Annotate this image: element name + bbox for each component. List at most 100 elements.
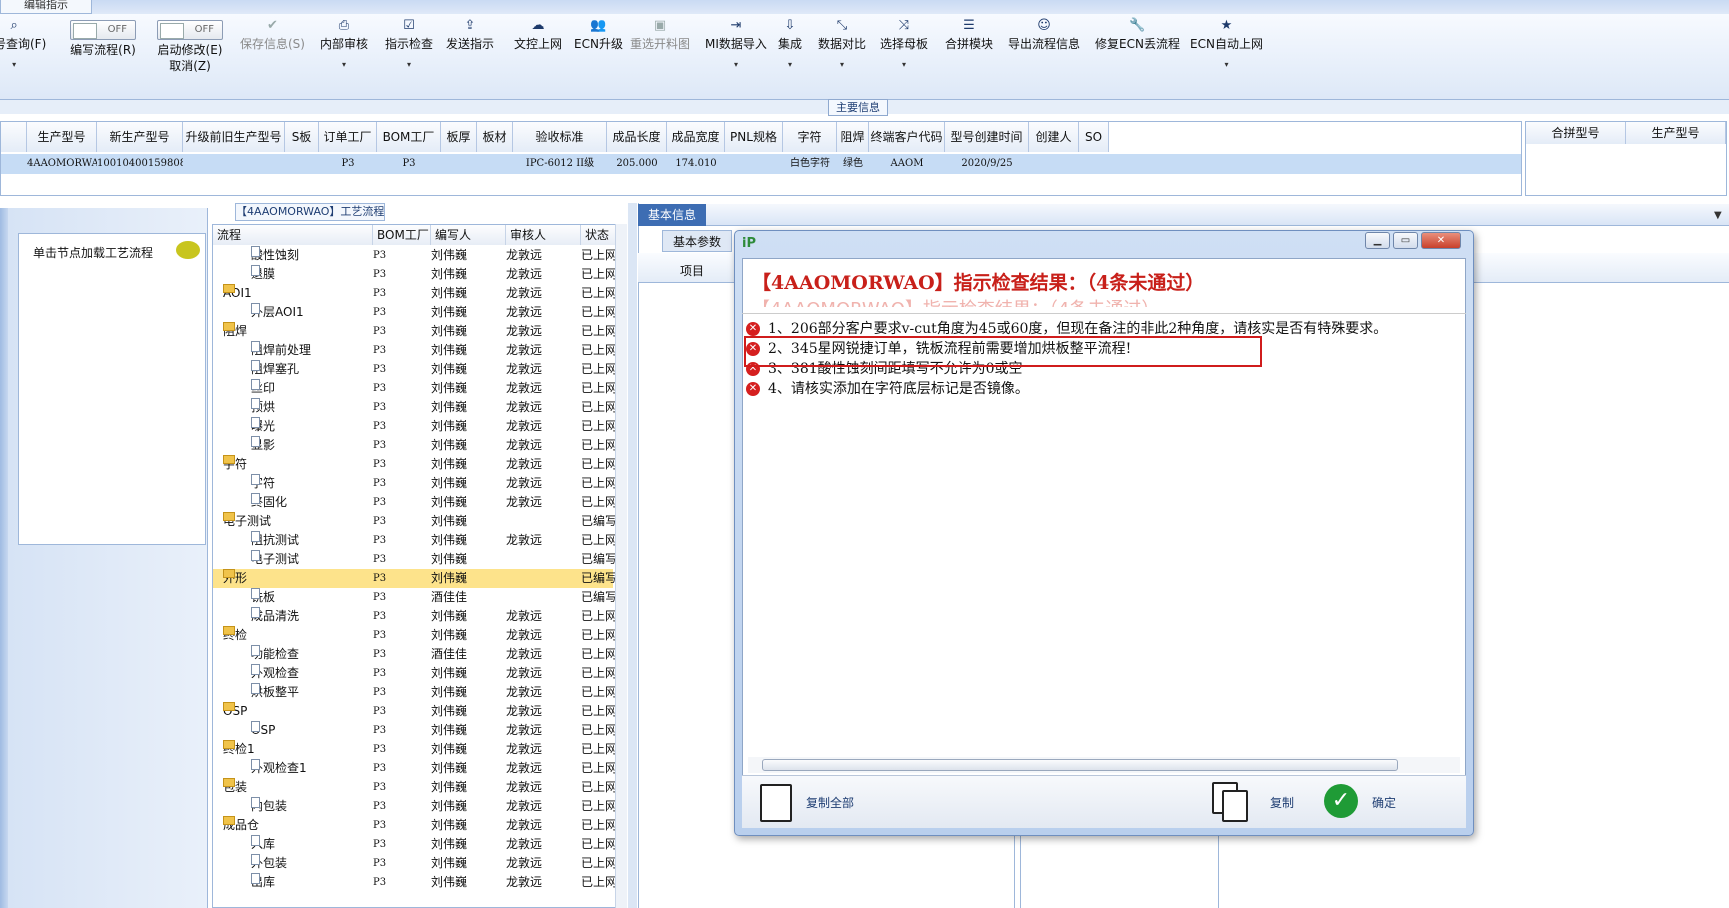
- left-tab-strip[interactable]: [0, 208, 8, 908]
- grid-cell[interactable]: [285, 154, 319, 174]
- tree-row[interactable]: −电子测试 P3 刘伟巍 已编写: [213, 512, 617, 531]
- ok-check-icon[interactable]: ✓: [1324, 784, 1358, 818]
- tree-row[interactable]: −成品仓 P3 刘伟巍 龙敦远 已上网: [213, 816, 617, 835]
- tree-row[interactable]: 退膜 P3 刘伟巍 龙敦远 已上网: [213, 265, 617, 284]
- tree-row[interactable]: 阻抗测试 P3 刘伟巍 龙敦远 已上网: [213, 531, 617, 550]
- grid-header[interactable]: 型号创建时间: [945, 122, 1029, 152]
- grid-cell[interactable]: 205.000: [607, 154, 667, 174]
- tree-node[interactable]: −字符: [223, 455, 247, 474]
- grid-cell[interactable]: [1029, 154, 1079, 174]
- tree-node[interactable]: 电子测试: [251, 550, 299, 569]
- grid-cell[interactable]: [477, 154, 513, 174]
- tree-node[interactable]: 曝光: [251, 417, 275, 436]
- toolbar-item-4[interactable]: ⎙ 内部审核 ▾: [320, 14, 368, 98]
- tree-row[interactable]: 字符 P3 刘伟巍 龙敦远 已上网: [213, 474, 617, 493]
- copy-button[interactable]: 复制: [1270, 794, 1294, 811]
- tree-node[interactable]: 入库: [251, 835, 275, 854]
- toggle-switch[interactable]: OFF: [70, 20, 136, 40]
- grid-cell[interactable]: 174.010: [667, 154, 725, 174]
- grid-cell[interactable]: 白色字符: [783, 154, 837, 174]
- tree-column-header[interactable]: 流程: [213, 225, 373, 245]
- grid-header[interactable]: 验收标准: [513, 122, 607, 152]
- grid-cell[interactable]: [1079, 154, 1109, 174]
- tree-node[interactable]: 外包装: [251, 854, 287, 873]
- toggle-switch[interactable]: OFF: [157, 20, 223, 40]
- ok-button[interactable]: 确定: [1372, 794, 1396, 811]
- grid-header[interactable]: 成品长度: [607, 122, 667, 152]
- copy-all-button[interactable]: 复制全部: [806, 794, 854, 811]
- tree-column-header[interactable]: 编写人: [431, 225, 506, 245]
- grid-cell[interactable]: [183, 154, 285, 174]
- tree-row[interactable]: 烘板整平 P3 刘伟巍 龙敦远 已上网: [213, 683, 617, 702]
- grid-header[interactable]: 字符: [783, 122, 837, 152]
- tree-node[interactable]: 字符: [251, 474, 275, 493]
- tree-row[interactable]: 外层AOI1 P3 刘伟巍 龙敦远 已上网: [213, 303, 617, 322]
- tree-node[interactable]: −终检1: [223, 740, 255, 759]
- tree-row[interactable]: −OSP P3 刘伟巍 龙敦远 已上网: [213, 702, 617, 721]
- tree-row[interactable]: 外观检查1 P3 刘伟巍 龙敦远 已上网: [213, 759, 617, 778]
- grid-cell[interactable]: IPC-6012 II级: [513, 154, 607, 174]
- grid-cell[interactable]: P3: [319, 154, 377, 174]
- tree-row[interactable]: 入库 P3 刘伟巍 龙敦远 已上网: [213, 835, 617, 854]
- tree-row[interactable]: 阻焊塞孔 P3 刘伟巍 龙敦远 已上网: [213, 360, 617, 379]
- grid-cell[interactable]: 绿色: [837, 154, 869, 174]
- tree-row[interactable]: −终检1 P3 刘伟巍 龙敦远 已上网: [213, 740, 617, 759]
- minimize-icon[interactable]: ▁: [1365, 232, 1390, 249]
- tree-row[interactable]: OSP P3 刘伟巍 龙敦远 已上网: [213, 721, 617, 740]
- tree-column-header[interactable]: 审核人: [506, 225, 581, 245]
- tree-row[interactable]: 终固化 P3 刘伟巍 龙敦远 已上网: [213, 493, 617, 512]
- tree-node[interactable]: −终检: [223, 626, 247, 645]
- toolbar-item-13[interactable]: ⤨ 选择母板 ▾: [880, 14, 928, 98]
- tree-node[interactable]: 铣板: [251, 588, 275, 607]
- tree-row[interactable]: 显影 P3 刘伟巍 龙敦远 已上网: [213, 436, 617, 455]
- toolbar-item-2[interactable]: OFF 启动修改(E) 取消(Z): [157, 14, 223, 98]
- tree-node[interactable]: 外层AOI1: [251, 303, 304, 322]
- grid-cell[interactable]: [725, 154, 783, 174]
- tree-row[interactable]: 铣板 P3 酒佳佳 已编写: [213, 588, 617, 607]
- toolbar-item-11[interactable]: ⇩ 集成 ▾: [778, 14, 802, 98]
- grid-header[interactable]: 终端客户代码: [869, 122, 945, 152]
- tree-node[interactable]: OSP: [251, 721, 275, 740]
- toolbar-item-10[interactable]: ⇥ MI数据导入 ▾: [705, 14, 767, 98]
- tree-node[interactable]: 出库: [251, 873, 275, 892]
- tree-row[interactable]: 预烘 P3 刘伟巍 龙敦远 已上网: [213, 398, 617, 417]
- toolbar-item-14[interactable]: ☰ 合拼模块: [945, 14, 993, 98]
- tree-row[interactable]: −阻焊 P3 刘伟巍 龙敦远 已上网: [213, 322, 617, 341]
- tree-row[interactable]: 外观检查 P3 刘伟巍 龙敦远 已上网: [213, 664, 617, 683]
- toolbar-item-1[interactable]: OFF 编写流程(R): [70, 14, 136, 98]
- grid-cell[interactable]: P3: [377, 154, 441, 174]
- chevron-down-icon[interactable]: ▾: [880, 58, 928, 72]
- tree-node[interactable]: 外观检查1: [251, 759, 307, 778]
- tree-node[interactable]: 退膜: [251, 265, 275, 284]
- tree-node[interactable]: 阻抗测试: [251, 531, 299, 550]
- merge-grid-header[interactable]: 生产型号: [1626, 122, 1726, 144]
- tree-row[interactable]: 内包装 P3 刘伟巍 龙敦远 已上网: [213, 797, 617, 816]
- chevron-down-icon[interactable]: ▾: [705, 58, 767, 72]
- grid-header[interactable]: 订单工厂: [319, 122, 377, 152]
- grid-header[interactable]: 成品宽度: [667, 122, 725, 152]
- tree-node[interactable]: 功能检查: [251, 645, 299, 664]
- grid-header[interactable]: S板: [285, 122, 319, 152]
- copy-all-icon[interactable]: [760, 784, 792, 822]
- copy-icon-back[interactable]: [1222, 790, 1248, 822]
- tree-row[interactable]: 成品清洗 P3 刘伟巍 龙敦远 已上网: [213, 607, 617, 626]
- grid-header[interactable]: 生产型号: [27, 122, 97, 152]
- tree-row[interactable]: 曝光 P3 刘伟巍 龙敦远 已上网: [213, 417, 617, 436]
- chevron-down-icon[interactable]: ▼: [1714, 210, 1722, 221]
- grid-cell[interactable]: 4AAOMORWAO: [27, 154, 97, 174]
- tree-node[interactable]: 预烘: [251, 398, 275, 417]
- grid-cell[interactable]: AAOM: [869, 154, 945, 174]
- close-icon[interactable]: ✕: [1421, 232, 1461, 249]
- tree-node[interactable]: 阻焊前处理: [251, 341, 311, 360]
- tree-node[interactable]: 烘板整平: [251, 683, 299, 702]
- merge-grid-header[interactable]: 合拼型号: [1526, 122, 1626, 144]
- toolbar-item-16[interactable]: 🔧 修复ECN丢流程: [1095, 14, 1180, 98]
- tab-basic-info[interactable]: 基本信息: [638, 204, 706, 226]
- main-info-label[interactable]: 主要信息: [828, 99, 888, 116]
- tree-node[interactable]: 外观检查: [251, 664, 299, 683]
- grid-header[interactable]: 创建人: [1029, 122, 1079, 152]
- toolbar-item-6[interactable]: ⇪ 发送指示: [446, 14, 494, 98]
- tree-row[interactable]: −AOI1 P3 刘伟巍 龙敦远 已上网: [213, 284, 617, 303]
- chevron-down-icon[interactable]: ▾: [1190, 58, 1263, 72]
- tree-node[interactable]: −AOI1: [223, 284, 252, 303]
